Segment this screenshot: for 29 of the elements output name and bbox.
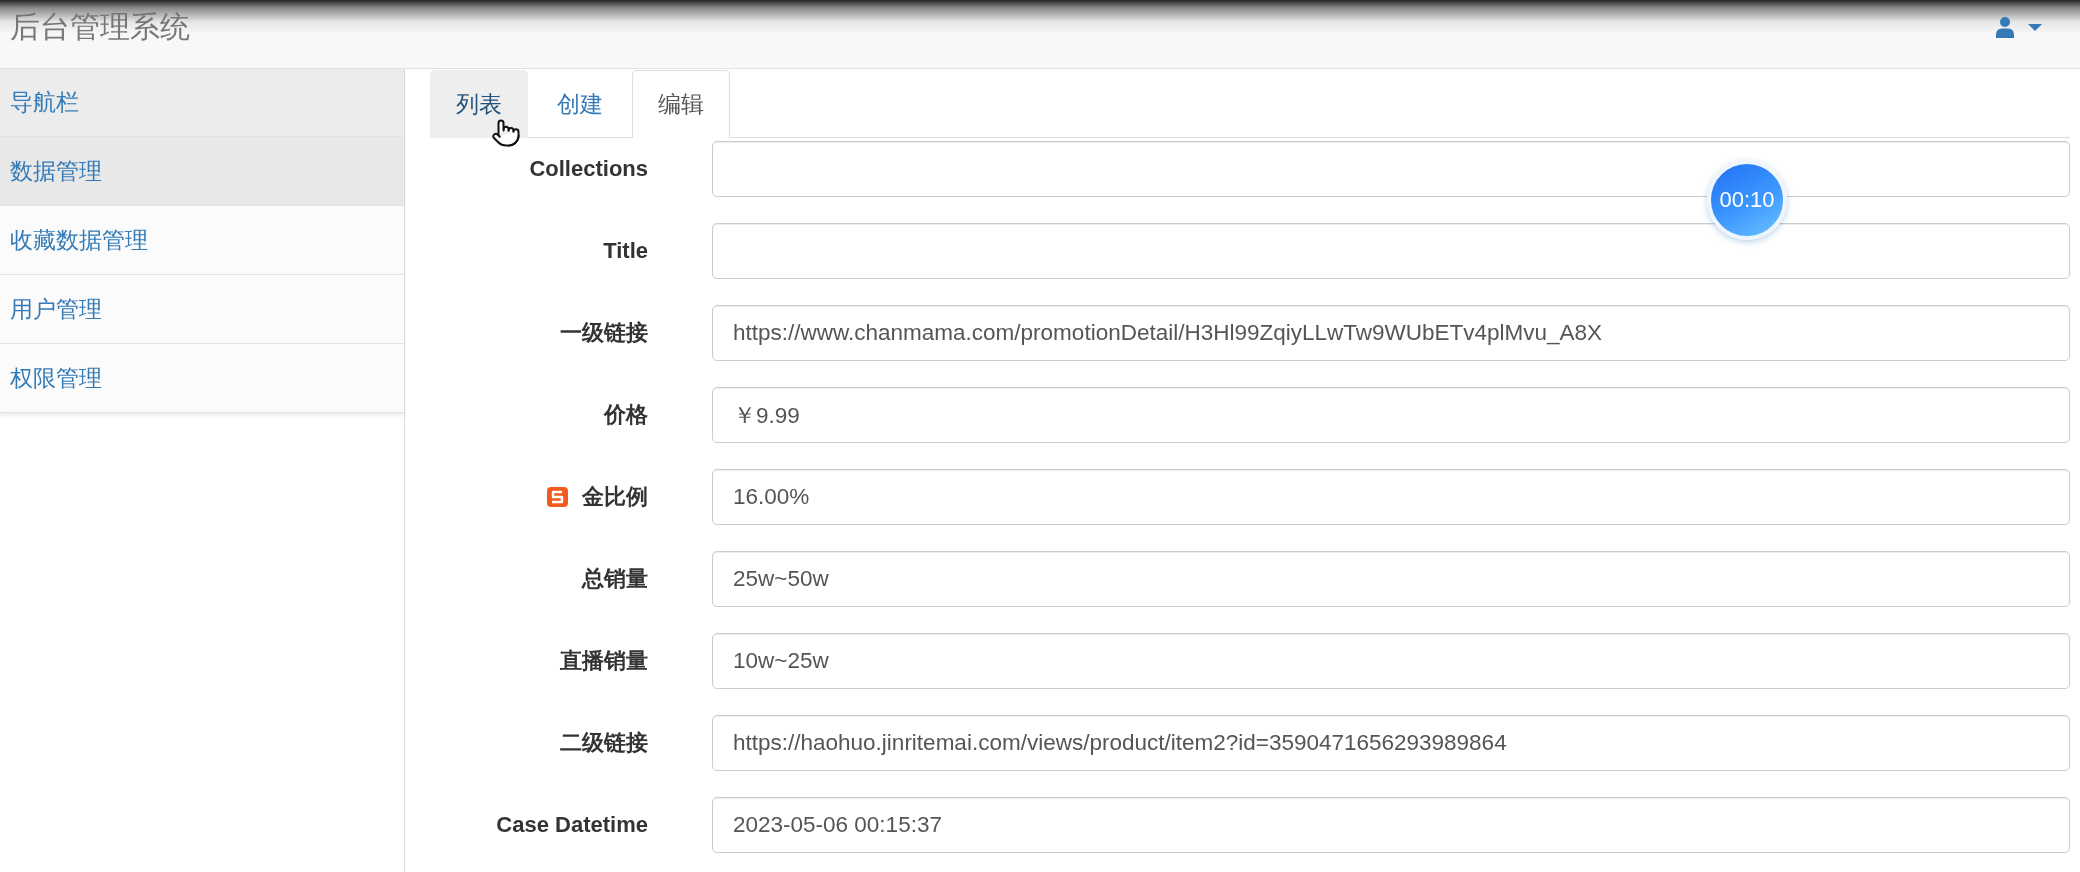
- sidebar-item[interactable]: 收藏数据管理: [0, 206, 404, 275]
- caret-icon: [2028, 24, 2042, 31]
- input-field[interactable]: ￥9.99: [712, 387, 2070, 443]
- field-label: 总销量: [582, 565, 648, 593]
- sidebar-item[interactable]: 权限管理: [0, 344, 404, 413]
- input-field[interactable]: [712, 223, 2070, 279]
- sidebar-heading: 导航栏: [0, 69, 404, 137]
- field-label: 价格: [604, 401, 648, 429]
- sidebar-item[interactable]: 用户管理: [0, 275, 404, 344]
- input-field[interactable]: 16.00%: [712, 469, 2070, 525]
- sidebar-item[interactable]: 数据管理: [0, 137, 404, 206]
- field-label: 金比例: [582, 483, 648, 511]
- field-label: Case Datetime: [496, 812, 648, 838]
- field-label: Title: [603, 238, 648, 264]
- tab[interactable]: 创建: [531, 70, 629, 138]
- field-label: 直播销量: [560, 647, 648, 675]
- field-label: 二级链接: [560, 729, 648, 757]
- user-menu-button[interactable]: [1994, 15, 2044, 40]
- input-field[interactable]: 10w~25w: [712, 633, 2070, 689]
- field-label: 一级链接: [560, 319, 648, 347]
- input-field[interactable]: 2023-05-06 00:15:37: [712, 797, 2070, 853]
- input-field[interactable]: https://haohuo.jinritemai.com/views/product/item2?id=3590471656293989864: [712, 715, 2070, 771]
- input-field[interactable]: 25w~50w: [712, 551, 2070, 607]
- tab[interactable]: 编辑: [632, 70, 730, 138]
- field-label: Collections: [529, 156, 648, 182]
- app-title: 后台管理系统: [10, 9, 190, 45]
- input-field[interactable]: https://www.chanmama.com/promotionDetail/H3Hl99ZqiyLLwTw9WUbETv4plMvu_A8X: [712, 305, 2070, 361]
- hand-cursor-icon: [491, 117, 521, 149]
- user-icon: [1996, 17, 2014, 38]
